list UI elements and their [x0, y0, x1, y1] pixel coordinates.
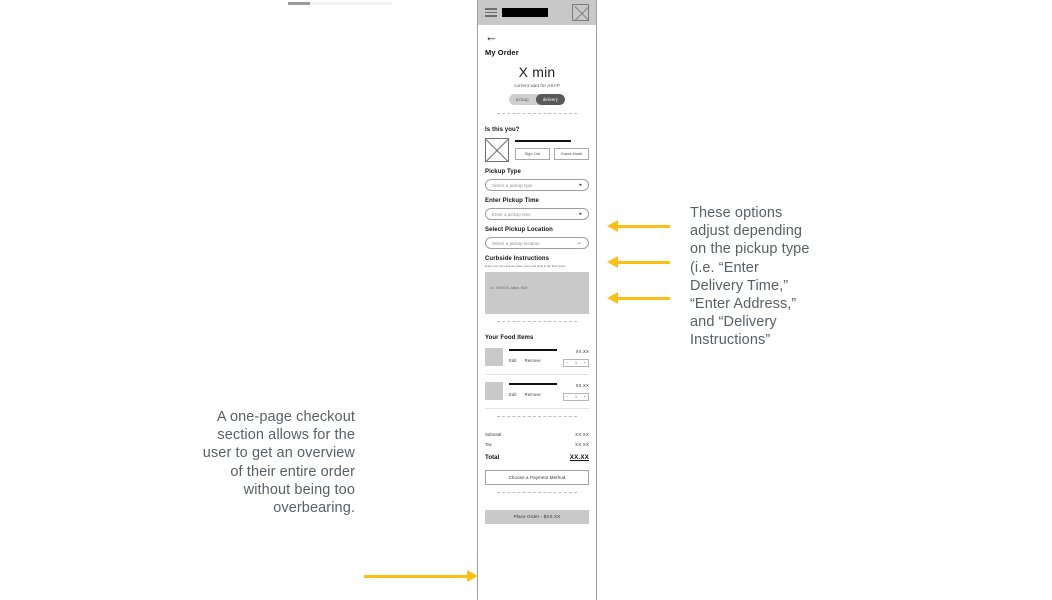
curbside-placeholder: i.e. XXXXXX, black, SUV — [490, 285, 528, 290]
tax-row: Tax XX.XX — [485, 442, 589, 447]
callout-arrow-pickup-time — [607, 220, 670, 232]
wait-time-value: X min — [518, 64, 556, 80]
hamburger-icon[interactable] — [485, 8, 497, 17]
identity-buttons: Sign Out Guest Mode — [515, 148, 589, 160]
section-divider — [497, 113, 577, 124]
food-item-actions: Edit Remove — [509, 392, 557, 397]
fulfillment-toggle[interactable]: pickup delivery — [509, 94, 565, 105]
toggle-option-pickup[interactable]: pickup — [509, 94, 536, 105]
tax-label: Tax — [485, 441, 492, 447]
pickup-type-placeholder: Select a pickup type — [492, 182, 533, 188]
choose-payment-method-button[interactable]: Choose a Payment Method — [485, 469, 589, 485]
qty-decrement-button[interactable]: − — [566, 395, 568, 399]
qty-increment-button[interactable]: + — [584, 395, 586, 399]
callout-arrow-place-order — [364, 570, 478, 582]
user-name-placeholder — [515, 140, 571, 142]
food-item-title-placeholder — [509, 382, 557, 385]
qty-decrement-button[interactable]: − — [566, 361, 568, 365]
pickup-type-select[interactable]: Select a pickup type ▸ — [485, 179, 589, 191]
total-row: Total XX.XX — [485, 454, 589, 461]
food-item-actions: Edit Remove — [509, 358, 557, 363]
back-arrow-icon[interactable]: ← — [485, 30, 499, 43]
food-item-price-qty: XX.XX − 1 + — [563, 348, 589, 367]
x-box-icon[interactable] — [572, 4, 589, 21]
identity-row: Sign Out Guest Mode — [485, 138, 589, 162]
food-item-row: Edit Remove XX.XX − 1 + — [485, 375, 589, 409]
annotation-right: These options adjust depending on the pi… — [690, 205, 810, 349]
logo-placeholder — [502, 8, 548, 17]
identity-section-label: Is this you? — [485, 127, 520, 133]
annotation-left: A one-page checkout section allows for t… — [202, 409, 355, 517]
wait-time-block: X min current wait for ASAP pickup deliv… — [485, 64, 589, 106]
section-divider — [497, 491, 577, 503]
pickup-time-label: Enter Pickup Time — [485, 198, 539, 204]
pickup-time-placeholder: Enter a pickup time — [492, 211, 531, 217]
food-item-thumbnail — [485, 381, 503, 400]
section-divider — [497, 320, 577, 332]
subtotal-row: Subtotal XX.XX — [485, 432, 589, 437]
total-value: XX.XX — [569, 453, 589, 461]
section-divider — [497, 415, 577, 427]
food-item-info: Edit Remove — [509, 382, 557, 397]
qty-value: 1 — [575, 360, 577, 365]
curbside-instructions-input[interactable]: i.e. XXXXXX, black, SUV — [485, 271, 589, 314]
food-item-price: XX.XX — [575, 348, 589, 354]
food-item-price-qty: XX.XX − 1 + — [563, 382, 589, 401]
chevron-right-icon: ▸ — [579, 181, 582, 188]
checkout-screen: ← My Order X min current wait for ASAP p… — [478, 30, 596, 524]
remove-item-link[interactable]: Remove — [525, 358, 541, 363]
toggle-option-delivery[interactable]: delivery — [535, 94, 565, 105]
food-item-title-placeholder — [509, 348, 557, 351]
food-item-price: XX.XX — [575, 382, 589, 388]
quantity-stepper[interactable]: − 1 + — [563, 358, 589, 367]
page-title: My Order — [485, 48, 519, 57]
identity-details: Sign Out Guest Mode — [515, 138, 589, 160]
qty-value: 1 — [575, 394, 577, 399]
pickup-location-select[interactable]: Select a pickup location → — [485, 237, 589, 249]
total-label: Total — [485, 453, 500, 461]
chevron-right-icon: ▸ — [579, 210, 582, 217]
sign-out-button[interactable]: Sign Out — [515, 148, 550, 160]
quantity-stepper[interactable]: − 1 + — [563, 392, 589, 401]
curbside-label: Curbside Instructions — [485, 256, 550, 262]
pickup-location-placeholder: Select a pickup location — [492, 240, 540, 246]
top-edge-artifact — [288, 2, 392, 5]
edit-item-link[interactable]: Edit — [509, 392, 517, 397]
food-item-info: Edit Remove — [509, 348, 557, 363]
callout-arrow-curbside — [607, 292, 670, 304]
food-item-row: Edit Remove XX.XX − 1 + — [485, 341, 589, 375]
remove-item-link[interactable]: Remove — [525, 392, 541, 397]
edit-item-link[interactable]: Edit — [509, 358, 517, 363]
avatar — [485, 138, 509, 162]
pickup-location-label: Select Pickup Location — [485, 227, 553, 233]
guest-mode-button[interactable]: Guest Mode — [554, 148, 589, 160]
tax-value: XX.XX — [575, 441, 589, 447]
food-item-thumbnail — [485, 347, 503, 366]
app-header — [478, 0, 596, 25]
subtotal-value: XX.XX — [575, 431, 589, 437]
place-order-button[interactable]: Place Order - $XX.XX — [485, 509, 589, 524]
subtotal-label: Subtotal — [485, 431, 502, 437]
phone-mockup-frame: ← My Order X min current wait for ASAP p… — [477, 0, 597, 600]
qty-increment-button[interactable]: + — [584, 361, 586, 365]
pickup-time-select[interactable]: Enter a pickup time ▸ — [485, 208, 589, 220]
curbside-helper-text: Enter your car's license plate, color, a… — [485, 263, 566, 268]
callout-arrow-pickup-location — [607, 256, 670, 268]
arrow-right-icon: → — [576, 240, 582, 246]
pickup-type-label: Pickup Type — [485, 169, 521, 175]
wait-time-subtitle: current wait for ASAP — [514, 83, 560, 88]
